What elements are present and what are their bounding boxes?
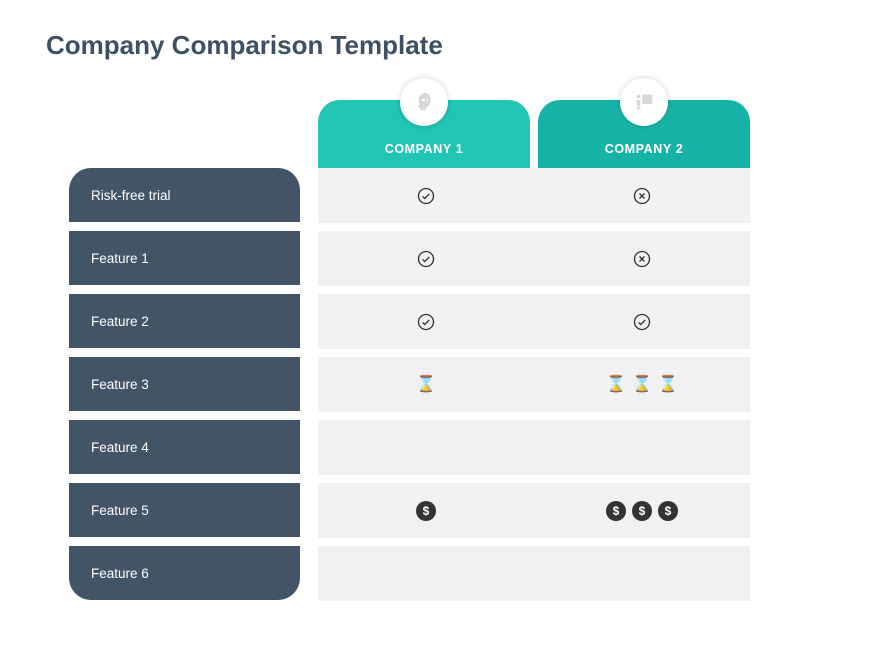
table-row	[318, 420, 750, 475]
check-icon	[416, 249, 436, 269]
table-row: ⌛ ⌛ ⌛ ⌛	[318, 357, 750, 412]
cell-company-1: ⌛	[318, 357, 534, 412]
feature-label: Feature 4	[69, 420, 300, 474]
cross-icon	[632, 186, 652, 206]
dollar-icon: $	[606, 501, 626, 521]
presenter-icon	[620, 78, 668, 126]
cross-icon	[632, 249, 652, 269]
table-row	[318, 168, 750, 223]
hourglass-icon: ⌛	[606, 377, 626, 393]
head-gear-icon	[400, 78, 448, 126]
check-icon	[416, 312, 436, 332]
hourglass-icon: ⌛	[632, 377, 652, 393]
dollar-icon: $	[658, 501, 678, 521]
cell-company-2: ⌛ ⌛ ⌛	[534, 357, 750, 412]
cell-company-2: $ $ $	[534, 483, 750, 538]
cell-company-2	[534, 546, 750, 601]
cell-company-1	[318, 420, 534, 475]
cell-company-1	[318, 294, 534, 349]
table-row	[318, 294, 750, 349]
dollar-icon: $	[632, 501, 652, 521]
column-header-label: COMPANY 2	[605, 142, 684, 156]
cell-company-2	[534, 168, 750, 223]
cell-company-1: $	[318, 483, 534, 538]
check-icon	[632, 312, 652, 332]
check-icon	[416, 186, 436, 206]
hourglass-icon: ⌛	[658, 377, 678, 393]
cell-company-2	[534, 420, 750, 475]
feature-label: Risk-free trial	[69, 168, 300, 222]
cell-company-2	[534, 231, 750, 286]
dollar-icon: $	[416, 501, 436, 521]
page-title: Company Comparison Template	[46, 30, 443, 61]
table-row	[318, 546, 750, 601]
feature-label: Feature 5	[69, 483, 300, 537]
feature-label: Feature 3	[69, 357, 300, 411]
table-row	[318, 231, 750, 286]
cell-company-1	[318, 231, 534, 286]
feature-label: Feature 2	[69, 294, 300, 348]
column-header-label: COMPANY 1	[385, 142, 464, 156]
cell-company-2	[534, 294, 750, 349]
feature-label: Feature 1	[69, 231, 300, 285]
hourglass-icon: ⌛	[416, 377, 436, 393]
feature-label: Feature 6	[69, 546, 300, 600]
cell-company-1	[318, 546, 534, 601]
cell-company-1	[318, 168, 534, 223]
table-row: $ $ $ $	[318, 483, 750, 538]
